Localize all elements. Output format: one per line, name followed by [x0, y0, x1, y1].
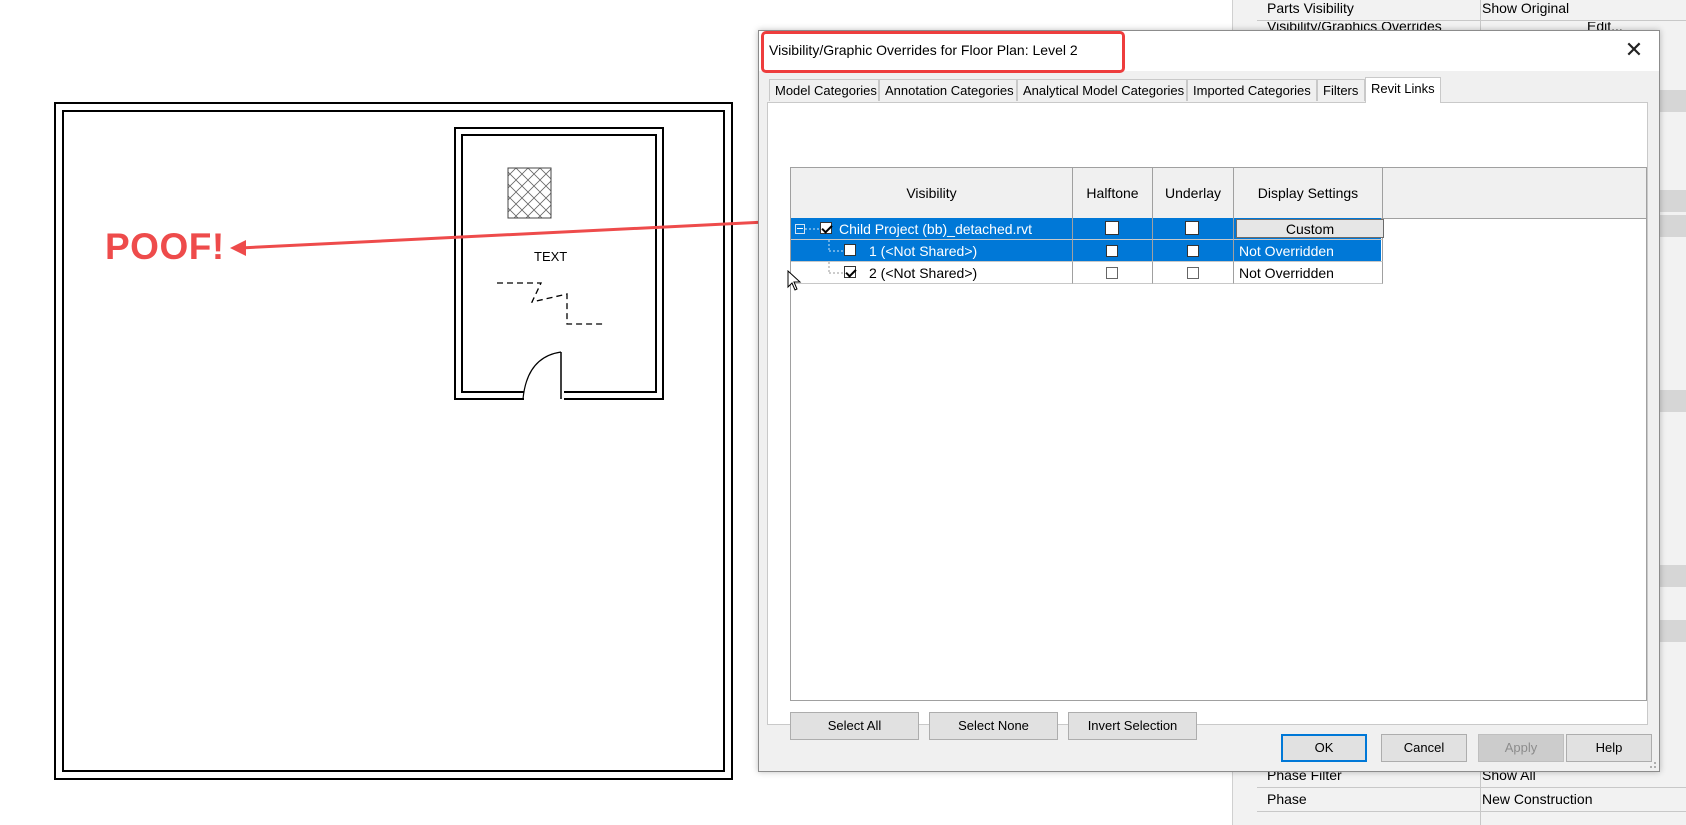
mouse-cursor-icon	[787, 270, 802, 291]
underlay-checkbox[interactable]	[1187, 245, 1199, 257]
cancel-button[interactable]: Cancel	[1381, 734, 1467, 762]
visibility-cell[interactable]: 2 (<Not Shared>)	[791, 262, 1073, 284]
column-header-halftone[interactable]: Halftone	[1073, 168, 1153, 218]
halftone-cell[interactable]	[1073, 218, 1153, 240]
door-swing	[522, 351, 562, 400]
level-name: 1 (<Not Shared>)	[869, 243, 978, 259]
halftone-checkbox[interactable]	[1105, 221, 1119, 235]
grid-header: Visibility Halftone Underlay Display Set…	[791, 168, 1646, 219]
select-all-button[interactable]: Select All	[790, 712, 919, 740]
custom-display-button[interactable]: Custom	[1236, 219, 1384, 238]
halftone-cell[interactable]	[1073, 240, 1153, 262]
ok-button[interactable]: OK	[1281, 734, 1367, 762]
property-value[interactable]: Edit...	[1587, 22, 1623, 30]
apply-button[interactable]: Apply	[1478, 734, 1564, 762]
property-band	[1660, 620, 1686, 642]
property-name: Visibility/Graphics Overrides	[1267, 22, 1442, 30]
property-band	[1660, 90, 1686, 112]
collapse-icon[interactable]	[795, 224, 805, 234]
tab-filters[interactable]: Filters	[1317, 79, 1365, 101]
table-row[interactable]: 1 (<Not Shared>) Not Overridden	[791, 240, 1383, 262]
underlay-cell[interactable]	[1153, 218, 1234, 240]
underlay-cell[interactable]	[1153, 262, 1234, 284]
visibility-cell[interactable]: Child Project (bb)_detached.rvt	[791, 218, 1073, 240]
halftone-cell[interactable]	[1073, 262, 1153, 284]
outer-wall-outer	[54, 102, 733, 780]
property-band	[1660, 215, 1686, 237]
revit-links-panel: Visibility Halftone Underlay Display Set…	[767, 102, 1648, 740]
underlay-checkbox[interactable]	[1185, 221, 1199, 235]
display-settings-cell[interactable]: Not Overridden	[1234, 240, 1383, 262]
underlay-cell[interactable]	[1153, 240, 1234, 262]
table-row[interactable]: Child Project (bb)_detached.rvt Custom	[791, 218, 1384, 240]
halftone-checkbox[interactable]	[1106, 267, 1118, 279]
column-header-underlay[interactable]: Underlay	[1153, 168, 1234, 218]
property-band	[1660, 565, 1686, 587]
visibility-checkbox[interactable]	[844, 244, 856, 256]
column-header-display-settings[interactable]: Display Settings	[1234, 168, 1383, 218]
tab-revit-links[interactable]: Revit Links	[1365, 77, 1441, 103]
tab-imported-categories[interactable]: Imported Categories	[1187, 79, 1317, 101]
property-name: Phase	[1267, 791, 1307, 807]
annotation-arrow-head	[230, 240, 246, 256]
tab-model-categories[interactable]: Model Categories	[769, 79, 879, 101]
property-value[interactable]: Show Original	[1482, 0, 1569, 16]
underlay-checkbox[interactable]	[1187, 267, 1199, 279]
column-header-visibility[interactable]: Visibility	[791, 168, 1073, 218]
tab-annotation-categories[interactable]: Annotation Categories	[879, 79, 1017, 101]
links-grid: Visibility Halftone Underlay Display Set…	[790, 167, 1647, 701]
display-settings-cell[interactable]: Custom	[1234, 218, 1384, 240]
display-settings-cell[interactable]: Not Overridden	[1234, 262, 1383, 284]
help-button[interactable]: Help	[1566, 734, 1652, 762]
tab-analytical-model-categories[interactable]: Analytical Model Categories	[1017, 79, 1187, 101]
invert-selection-button[interactable]: Invert Selection	[1068, 712, 1197, 740]
title-highlight-box	[761, 31, 1125, 73]
property-value[interactable]: New Construction	[1482, 791, 1593, 807]
display-setting-value: Not Overridden	[1239, 243, 1334, 259]
property-row[interactable]: Parts Visibility Show Original	[1257, 0, 1686, 21]
visibility-graphics-dialog: Visibility/Graphic Overrides for Floor P…	[758, 30, 1660, 772]
property-row[interactable]: Phase New Construction	[1257, 789, 1686, 812]
halftone-checkbox[interactable]	[1106, 245, 1118, 257]
link-name: Child Project (bb)_detached.rvt	[839, 221, 1032, 237]
visibility-cell[interactable]: 1 (<Not Shared>)	[791, 240, 1073, 262]
display-setting-value: Not Overridden	[1239, 265, 1334, 281]
level-name: 2 (<Not Shared>)	[869, 265, 978, 281]
resize-grip-icon[interactable]	[1647, 759, 1657, 769]
property-row[interactable]: Visibility/Graphics Overrides Edit...	[1257, 22, 1686, 30]
poof-annotation: POOF!	[105, 226, 225, 267]
property-name: Parts Visibility	[1267, 0, 1354, 16]
drawing-canvas[interactable]: POOF! TEXT	[0, 0, 780, 825]
dialog-titlebar[interactable]: Visibility/Graphic Overrides for Floor P…	[759, 31, 1659, 73]
select-none-button[interactable]: Select None	[929, 712, 1058, 740]
dashed-line	[497, 282, 604, 325]
room-text-label: TEXT	[534, 249, 568, 264]
annotation-arrow-line	[239, 219, 780, 250]
floor-plan-drawing	[54, 102, 780, 780]
property-band	[1660, 190, 1686, 212]
outer-wall-inner	[62, 110, 725, 772]
property-band	[1660, 390, 1686, 412]
visibility-checkbox[interactable]	[844, 266, 856, 278]
close-icon[interactable]: ✕	[1623, 39, 1645, 61]
hatched-element	[507, 167, 552, 219]
table-row[interactable]: 2 (<Not Shared>) Not Overridden	[791, 262, 1383, 284]
visibility-checkbox[interactable]	[820, 222, 832, 234]
